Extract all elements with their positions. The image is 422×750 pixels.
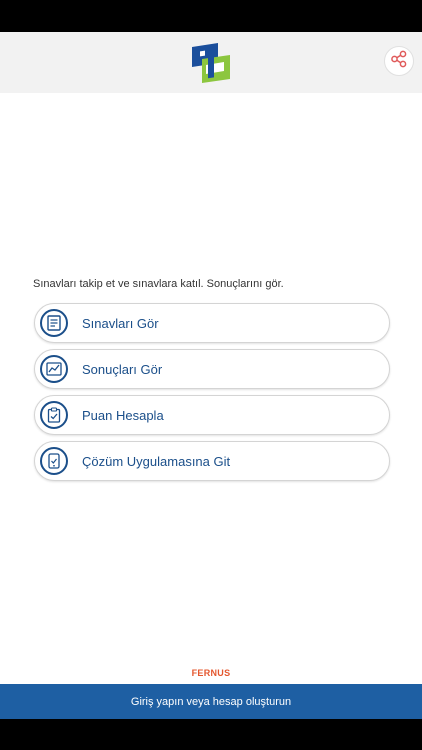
app-logo-icon xyxy=(188,41,234,85)
solution-app-icon xyxy=(40,447,68,475)
menu-item-solution-app[interactable]: Çözüm Uygulamasına Git xyxy=(34,441,390,481)
score-clipboard-icon xyxy=(40,401,68,429)
menu-item-label: Puan Hesapla xyxy=(82,407,164,423)
menu-item-label: Sınavları Gör xyxy=(82,315,159,331)
share-icon xyxy=(390,50,408,73)
login-button-label: Giriş yapın veya hesap oluşturun xyxy=(130,695,292,708)
brand-logo-text: FERNUS xyxy=(191,668,231,678)
share-button[interactable] xyxy=(384,46,414,76)
main-menu: Sınavları Gör Sonuçları Gör Puan Hesapla xyxy=(34,303,390,487)
status-bar xyxy=(0,0,422,32)
exam-list-icon xyxy=(40,309,68,337)
menu-item-exams[interactable]: Sınavları Gör xyxy=(34,303,390,343)
menu-item-score[interactable]: Puan Hesapla xyxy=(34,395,390,435)
results-chart-icon xyxy=(40,355,68,383)
app-header xyxy=(0,32,422,93)
menu-item-results[interactable]: Sonuçları Gör xyxy=(34,349,390,389)
intro-text: Sınavları takip et ve sınavlara katıl. S… xyxy=(33,278,284,290)
menu-item-label: Çözüm Uygulamasına Git xyxy=(82,453,231,469)
bottom-bar xyxy=(0,719,422,750)
login-button[interactable]: Giriş yapın veya hesap oluşturun xyxy=(0,684,422,719)
menu-item-label: Sonuçları Gör xyxy=(82,361,163,377)
